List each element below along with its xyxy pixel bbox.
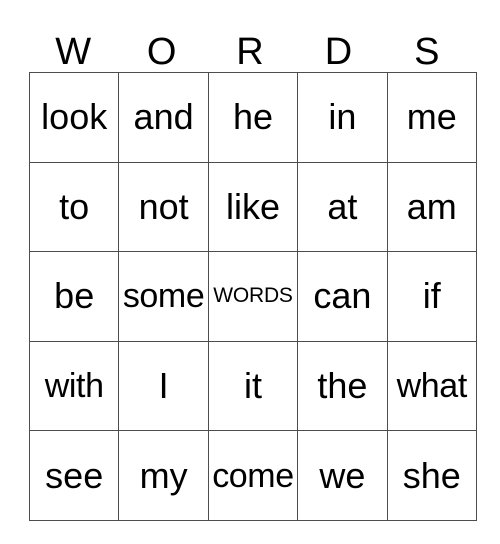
- bingo-cell-label: at: [327, 185, 358, 227]
- bingo-free-space-label: WORDS: [213, 284, 293, 308]
- bingo-cell-label: to: [59, 185, 90, 227]
- bingo-cell[interactable]: and: [118, 72, 209, 163]
- bingo-cell[interactable]: at: [297, 161, 388, 253]
- bingo-cell-label: come: [212, 456, 294, 495]
- bingo-cell-label: what: [396, 367, 468, 406]
- bingo-row: to not like at am: [28, 161, 477, 253]
- bingo-cell-label: it: [243, 365, 262, 407]
- bingo-row: see my come we she: [28, 430, 477, 521]
- bingo-cell[interactable]: not: [118, 161, 209, 253]
- bingo-row: with I it the what: [28, 340, 477, 432]
- bingo-cell-label: in: [328, 96, 357, 138]
- bingo-cell[interactable]: I: [118, 340, 209, 432]
- bingo-cell-label: we: [319, 454, 366, 496]
- bingo-cell-label: am: [406, 185, 457, 227]
- bingo-cell-label: I: [158, 365, 169, 407]
- bingo-cell[interactable]: be: [28, 251, 120, 342]
- bingo-cell-label: look: [41, 96, 108, 138]
- bingo-cell[interactable]: come: [207, 430, 299, 521]
- bingo-cell[interactable]: it: [207, 340, 299, 432]
- bingo-cell-label: like: [225, 185, 280, 227]
- bingo-cell[interactable]: what: [386, 340, 477, 432]
- bingo-cell[interactable]: we: [297, 430, 388, 521]
- bingo-cell-label: see: [45, 454, 104, 496]
- bingo-cell-label: with: [44, 367, 104, 406]
- bingo-cell[interactable]: me: [386, 72, 477, 163]
- bingo-cell[interactable]: with: [28, 340, 120, 432]
- bingo-cell[interactable]: in: [297, 72, 388, 163]
- bingo-cell[interactable]: the: [297, 340, 388, 432]
- header-letter-3: D: [324, 31, 353, 73]
- bingo-cell-free[interactable]: WORDS: [207, 251, 299, 342]
- bingo-cell[interactable]: like: [207, 161, 299, 253]
- bingo-row: be some WORDS can if: [28, 251, 477, 342]
- bingo-cell[interactable]: can: [297, 251, 388, 342]
- bingo-cell-label: he: [232, 96, 273, 138]
- bingo-cell[interactable]: she: [386, 430, 477, 521]
- bingo-cell[interactable]: to: [28, 161, 120, 253]
- bingo-cell-label: she: [402, 454, 461, 496]
- bingo-cell-label: can: [313, 275, 372, 317]
- bingo-row: look and he in me: [28, 72, 477, 163]
- bingo-cell[interactable]: he: [207, 72, 299, 163]
- bingo-cell-label: be: [54, 275, 95, 317]
- bingo-cell-label: some: [122, 277, 205, 316]
- header-letter-2: R: [236, 31, 264, 73]
- bingo-cell-label: my: [139, 454, 188, 496]
- bingo-cell-label: and: [133, 96, 194, 138]
- header-letter-4: S: [414, 31, 440, 73]
- bingo-cell[interactable]: see: [28, 430, 120, 521]
- bingo-cell[interactable]: some: [118, 251, 209, 342]
- bingo-card: W O R D S look and he in me to not like …: [28, 18, 477, 521]
- bingo-cell-label: if: [422, 275, 441, 317]
- bingo-cell[interactable]: if: [386, 251, 477, 342]
- bingo-cell[interactable]: my: [118, 430, 209, 521]
- bingo-cell[interactable]: look: [28, 72, 120, 163]
- bingo-cell-label: me: [406, 96, 457, 138]
- bingo-grid: look and he in me to not like at am be s…: [28, 72, 477, 521]
- header-letter-1: O: [146, 31, 177, 73]
- bingo-cell-label: not: [138, 185, 189, 227]
- bingo-cell[interactable]: am: [386, 161, 477, 253]
- bingo-cell-label: the: [317, 365, 368, 407]
- bingo-header: W O R D S: [29, 18, 471, 72]
- header-letter-0: W: [55, 31, 92, 73]
